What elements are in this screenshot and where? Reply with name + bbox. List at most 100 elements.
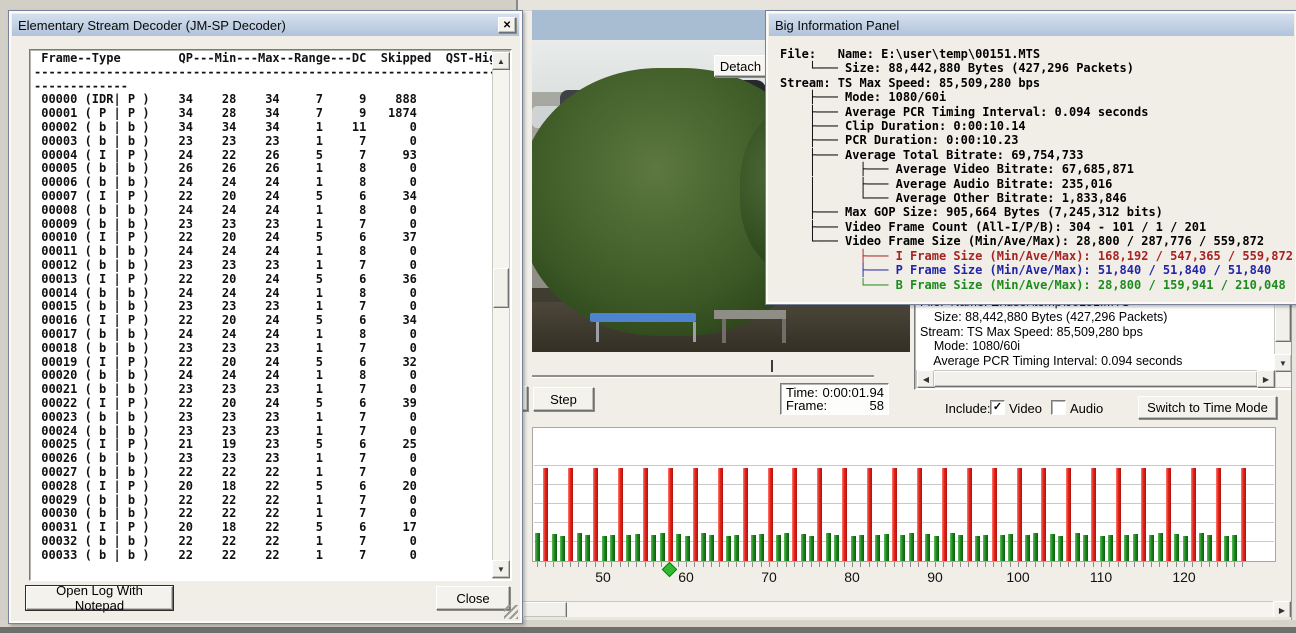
axis-tick bbox=[1242, 562, 1243, 567]
switch-to-time-mode-button[interactable]: Switch to Time Mode bbox=[1138, 396, 1277, 419]
b-frame-bar bbox=[551, 534, 557, 561]
b-frame-bar bbox=[560, 536, 565, 561]
decoder-scroll-up-icon[interactable]: ▲ bbox=[492, 52, 510, 70]
b-frame-bar bbox=[784, 533, 790, 561]
axis-tick bbox=[910, 562, 911, 567]
decoder-dialog: Elementary Stream Decoder (JM-SP Decoder… bbox=[8, 10, 523, 624]
i-frame-bar bbox=[643, 468, 648, 561]
frame-label: Frame: bbox=[786, 398, 828, 413]
decoder-scroll-down-icon[interactable]: ▼ bbox=[492, 560, 510, 578]
b-frame-bar bbox=[535, 533, 541, 561]
audio-checkbox[interactable] bbox=[1051, 400, 1066, 415]
b-frame-bar bbox=[809, 536, 814, 561]
b-frame-bar bbox=[875, 535, 881, 561]
axis-tick bbox=[860, 562, 861, 567]
decoder-listbox[interactable]: Frame--Type QP---Min---Max--Range---DC S… bbox=[29, 49, 512, 581]
close-icon[interactable]: ✕ bbox=[498, 17, 516, 33]
axis-tick bbox=[744, 562, 745, 567]
open-log-button[interactable]: Open Log With Notepad bbox=[25, 583, 174, 613]
axis-tick bbox=[835, 562, 836, 567]
video-bench-legs bbox=[596, 322, 696, 342]
axis-tick bbox=[636, 562, 637, 567]
frame-size-chart[interactable]: 50 60 70 80 90 100 110 120 bbox=[532, 427, 1276, 598]
axis-tick bbox=[728, 562, 729, 567]
axis-tick bbox=[761, 562, 762, 567]
axis-tick bbox=[562, 562, 563, 567]
i-frame-bar bbox=[1141, 468, 1146, 561]
i-frame-bar bbox=[966, 468, 972, 561]
axis-tick bbox=[1184, 562, 1185, 567]
axis-tick-label: 100 bbox=[1006, 569, 1030, 585]
panel-line: └─── B Frame Size (Min/Ave/Max): 28,800 … bbox=[780, 277, 1286, 292]
i-frame-bar bbox=[1215, 468, 1221, 561]
frame-value: 58 bbox=[869, 398, 884, 413]
decoder-vscrollbar[interactable]: ▲ ▼ bbox=[492, 51, 510, 579]
b-frame-bar bbox=[1058, 536, 1063, 561]
axis-tick bbox=[827, 562, 828, 567]
info-hscroll-left-icon[interactable]: ◀ bbox=[917, 370, 935, 388]
b-frame-bar bbox=[983, 535, 989, 561]
axis-tick-label: 70 bbox=[761, 569, 777, 585]
info-hscroll-right-icon[interactable]: ▶ bbox=[1257, 370, 1275, 388]
info-vscrollbar[interactable]: ▼ bbox=[1274, 297, 1292, 388]
step-button[interactable]: Step bbox=[533, 387, 594, 411]
axis-tick bbox=[1084, 562, 1085, 567]
b-frame-bar bbox=[1008, 534, 1014, 561]
axis-tick bbox=[628, 562, 629, 567]
decoder-dialog-title: Elementary Stream Decoder (JM-SP Decoder… bbox=[18, 17, 286, 33]
info-line: Stream: TS Max Speed: 85,509,280 bps bbox=[920, 324, 1143, 339]
panel-line: ├─── Max GOP Size: 905,664 Bytes (7,245,… bbox=[780, 205, 1163, 220]
info-line: Size: 88,442,880 Bytes (427,296 Packets) bbox=[920, 309, 1168, 324]
b-frame-bar bbox=[1224, 536, 1229, 561]
axis-tick bbox=[570, 562, 571, 567]
trackbar-thumb[interactable] bbox=[771, 360, 773, 372]
i-frame-bar bbox=[543, 468, 549, 561]
axis-tick bbox=[1209, 562, 1210, 567]
close-button[interactable]: Close bbox=[436, 586, 510, 610]
chart-hscroll-thumb[interactable] bbox=[523, 602, 567, 618]
audio-checkbox-label[interactable]: Audio bbox=[1070, 401, 1103, 416]
axis-tick bbox=[1026, 562, 1027, 567]
axis-tick bbox=[1126, 562, 1127, 567]
b-frame-bar bbox=[958, 535, 964, 561]
panel-line: ├─── Average Total Bitrate: 69,754,733 bbox=[780, 147, 1084, 162]
big-info-panel-titlebar[interactable]: Big Information Panel bbox=[769, 14, 1294, 36]
b-frame-bar bbox=[933, 536, 939, 561]
b-frame-bar bbox=[684, 536, 690, 561]
stream-info-box[interactable]: File: Name: E:\user\temp\00151.MTS Size:… bbox=[914, 296, 1294, 390]
b-frame-bar bbox=[626, 535, 632, 561]
axis-tick bbox=[586, 562, 587, 567]
resize-grip-icon[interactable] bbox=[504, 605, 518, 619]
axis-tick-label: 90 bbox=[927, 569, 943, 585]
i-frame-bar bbox=[667, 468, 673, 561]
info-vscroll-down-icon[interactable]: ▼ bbox=[1274, 354, 1292, 372]
b-frame-bar bbox=[1157, 533, 1163, 561]
decoder-scroll-thumb[interactable] bbox=[493, 268, 509, 308]
axis-tick bbox=[1134, 562, 1135, 567]
video-checkbox[interactable]: ✓ bbox=[990, 400, 1005, 415]
video-checkbox-label[interactable]: Video bbox=[1009, 401, 1042, 416]
seek-trackbar[interactable] bbox=[532, 354, 876, 380]
i-frame-bar bbox=[991, 468, 997, 561]
axis-tick bbox=[1043, 562, 1044, 567]
b-frame-bar bbox=[1174, 534, 1180, 561]
i-frame-bar bbox=[1066, 468, 1072, 561]
axis-tick bbox=[694, 562, 695, 567]
b-frame-bar bbox=[1099, 536, 1105, 561]
axis-tick bbox=[1234, 562, 1235, 567]
b-frame-bar bbox=[858, 535, 864, 561]
axis-tick bbox=[678, 562, 679, 567]
video-picnic-legs bbox=[722, 319, 786, 343]
b-frame-bar bbox=[659, 533, 665, 561]
detach-button[interactable]: Detach bbox=[714, 55, 767, 77]
decoder-dialog-titlebar[interactable]: Elementary Stream Decoder (JM-SP Decoder… bbox=[12, 14, 519, 36]
axis-tick bbox=[777, 562, 778, 567]
axis-tick bbox=[645, 562, 646, 567]
b-frame-bar bbox=[1024, 535, 1030, 561]
decoder-listbox-content: Frame--Type QP---Min---Max--Range---DC S… bbox=[34, 51, 511, 562]
axis-tick bbox=[877, 562, 878, 567]
info-hscrollbar[interactable]: ◀ ▶ bbox=[916, 370, 1276, 388]
axis-tick bbox=[752, 562, 753, 567]
axis-tick-label: 50 bbox=[595, 569, 611, 585]
b-frame-bar bbox=[734, 535, 740, 561]
